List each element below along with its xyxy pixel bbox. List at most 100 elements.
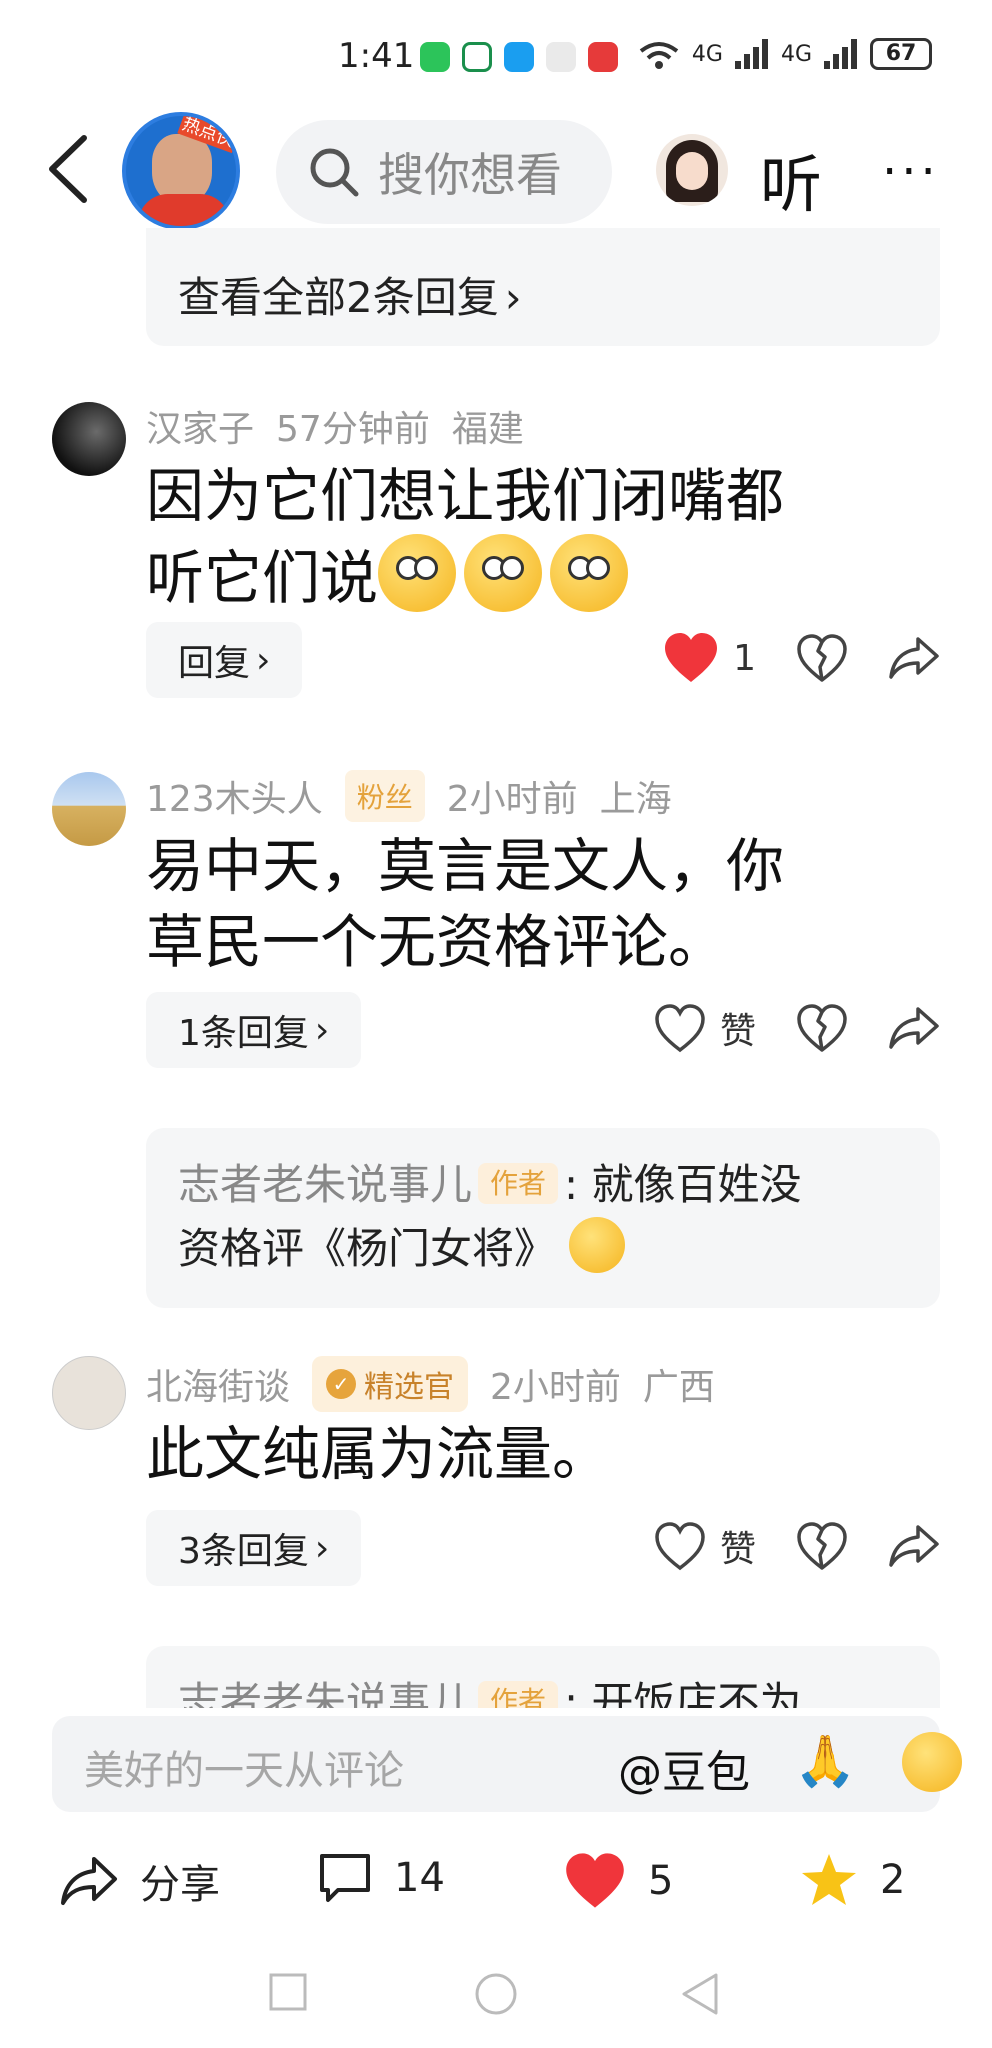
comment-meta: 汉家子 57分钟前 福建 bbox=[146, 400, 524, 452]
comment-input-bar[interactable]: 美好的一天从评论 @豆包 🙏 bbox=[52, 1716, 962, 1812]
comment-text-line-2: 听它们说 bbox=[146, 534, 906, 616]
comment-actions: 1 bbox=[663, 632, 940, 684]
dislike-broken-heart-icon[interactable] bbox=[796, 1003, 848, 1053]
share-arrow-icon[interactable] bbox=[888, 1005, 940, 1051]
like-button[interactable]: 1 bbox=[663, 632, 756, 684]
share-label: 分享 bbox=[140, 1862, 220, 1908]
status-app-icons bbox=[420, 42, 618, 72]
bottom-action-bar: 分享 14 5 2 bbox=[0, 1840, 992, 1932]
favorite-button[interactable]: 2 bbox=[800, 1852, 905, 1908]
share-arrow-icon[interactable] bbox=[888, 1523, 940, 1569]
top-header: 热点侠 搜你想看 听 ··· bbox=[0, 112, 992, 230]
reply-count-label: 1条回复 bbox=[178, 1013, 309, 1054]
comment-actions: 赞 bbox=[654, 1002, 940, 1054]
fans-badge: 粉丝 bbox=[344, 770, 425, 822]
share-arrow-icon bbox=[61, 1857, 117, 1905]
pray-emoji-button[interactable]: 🙏 bbox=[794, 1732, 856, 1791]
star-filled-icon bbox=[802, 1854, 856, 1905]
listen-button[interactable]: 听 bbox=[760, 134, 822, 224]
avatar-face bbox=[676, 152, 708, 190]
username[interactable]: 北海街谈 bbox=[146, 1358, 290, 1410]
view-all-label: 查看全部2条回复 bbox=[178, 273, 499, 322]
view-replies-button[interactable]: 1条回复 › bbox=[146, 992, 362, 1068]
comment-text: 因为它们想让我们闭嘴都 听它们说 bbox=[146, 458, 906, 616]
comment-location: 福建 bbox=[451, 409, 524, 450]
recent-apps-icon[interactable] bbox=[268, 1972, 308, 2012]
author-reply-line: 资格评《杨门女将》 bbox=[178, 1217, 908, 1281]
reply-button[interactable]: 回复 › bbox=[146, 622, 303, 698]
chevron-right-icon: › bbox=[256, 639, 271, 681]
comment-actions: 赞 bbox=[654, 1520, 940, 1572]
like-count: 1 bbox=[733, 637, 756, 679]
heart-filled-icon bbox=[665, 633, 718, 682]
comment-list: 查看全部2条回复 › 汉家子 57分钟前 福建 因为它们想让我们闭嘴都 听它们说 … bbox=[0, 228, 992, 1708]
status-right: 4G 4G 67 bbox=[638, 38, 932, 70]
shush-emoji-icon bbox=[378, 534, 457, 612]
like-label: 赞 bbox=[719, 1529, 756, 1570]
search-icon bbox=[310, 148, 359, 197]
news-app-icon bbox=[588, 42, 618, 72]
search-placeholder: 搜你想看 bbox=[378, 148, 562, 202]
network-label: 4G bbox=[691, 41, 723, 67]
back-arrow-icon[interactable] bbox=[44, 134, 92, 204]
reply-text: 资格评《杨门女将》 bbox=[178, 1224, 557, 1273]
check-icon: ✓ bbox=[326, 1369, 357, 1399]
comment-text: 此文纯属为流量。 bbox=[146, 1420, 611, 1488]
author-reply-box[interactable]: 志者老朱说事儿 作者: 就像百姓没 资格评《杨门女将》 bbox=[146, 1128, 940, 1308]
status-bar: 1:41 4G 4G 67 bbox=[0, 0, 992, 116]
user-avatar[interactable] bbox=[52, 1356, 126, 1430]
ai-assistant-avatar[interactable] bbox=[656, 134, 728, 206]
comment-location: 上海 bbox=[599, 779, 672, 820]
signal-icon bbox=[824, 39, 857, 69]
reply-count-label: 3条回复 bbox=[178, 1531, 309, 1572]
network-label: 4G bbox=[780, 41, 812, 67]
dislike-broken-heart-icon[interactable] bbox=[796, 633, 848, 683]
comment-meta: 北海街谈 ✓ 精选官 2小时前 广西 bbox=[146, 1356, 715, 1412]
comments-button[interactable]: 14 bbox=[318, 1852, 445, 1904]
chevron-right-icon: › bbox=[504, 273, 522, 322]
author-reply-box[interactable]: 志者老朱说事儿 作者: 开饭店不为 bbox=[146, 1646, 940, 1708]
view-replies-button[interactable]: 3条回复 › bbox=[146, 1510, 362, 1586]
comment-text-line: 草民一个无资格评论。 bbox=[146, 908, 727, 976]
chevron-right-icon: › bbox=[314, 1527, 330, 1569]
author-badge: 作者 bbox=[478, 1681, 559, 1708]
heart-outline-icon bbox=[655, 1004, 705, 1053]
home-icon[interactable] bbox=[474, 1972, 518, 2016]
reply-author-name[interactable]: 志者老朱说事儿 bbox=[178, 1678, 472, 1708]
comment-time: 2小时前 bbox=[446, 779, 578, 820]
favorites-count: 2 bbox=[880, 1857, 906, 1903]
comments-count: 14 bbox=[394, 1855, 445, 1901]
comment-text-line: 因为它们想让我们闭嘴都 bbox=[146, 462, 785, 530]
author-reply-line: 志者老朱说事儿 作者: 就像百姓没 bbox=[178, 1152, 908, 1217]
comment-text-line: 听它们说 bbox=[146, 544, 379, 612]
like-button[interactable]: 赞 bbox=[654, 1520, 756, 1572]
comment-time: 2小时前 bbox=[490, 1367, 621, 1408]
back-nav-icon[interactable] bbox=[680, 1972, 720, 2016]
view-all-replies-link[interactable]: 查看全部2条回复 › bbox=[178, 264, 522, 325]
share-button[interactable]: 分享 bbox=[60, 1852, 220, 1910]
user-avatar[interactable] bbox=[52, 402, 126, 476]
wechat-icon bbox=[420, 42, 450, 72]
laugh-cry-emoji-button[interactable] bbox=[902, 1732, 962, 1792]
search-bar[interactable]: 搜你想看 bbox=[276, 120, 612, 224]
reply-author-name[interactable]: 志者老朱说事儿 bbox=[178, 1160, 472, 1209]
curator-badge-label: 精选官 bbox=[364, 1370, 455, 1405]
author-reply-line: 志者老朱说事儿 作者: 开饭店不为 bbox=[178, 1670, 908, 1708]
comment-bubble-icon bbox=[320, 1854, 370, 1902]
more-options-button[interactable]: ··· bbox=[882, 148, 940, 196]
reply-text: : 就像百姓没 bbox=[564, 1160, 802, 1209]
share-arrow-icon[interactable] bbox=[888, 635, 940, 681]
reply-text: : 开饭店不为 bbox=[564, 1678, 802, 1708]
shush-emoji-icon bbox=[550, 534, 629, 612]
dislike-broken-heart-icon[interactable] bbox=[796, 1521, 848, 1571]
like-post-button[interactable]: 5 bbox=[564, 1852, 673, 1910]
like-button[interactable]: 赞 bbox=[654, 1002, 756, 1054]
username[interactable]: 汉家子 bbox=[146, 400, 254, 452]
comment-text-line: 易中天，莫言是文人，你 bbox=[146, 832, 785, 900]
username[interactable]: 123木头人 bbox=[146, 770, 323, 822]
user-avatar[interactable] bbox=[52, 772, 126, 846]
comment-time: 57分钟前 bbox=[276, 409, 430, 450]
avatar-shirt bbox=[138, 194, 230, 226]
author-avatar[interactable]: 热点侠 bbox=[122, 112, 240, 230]
mention-doubao-button[interactable]: @豆包 bbox=[618, 1736, 750, 1800]
